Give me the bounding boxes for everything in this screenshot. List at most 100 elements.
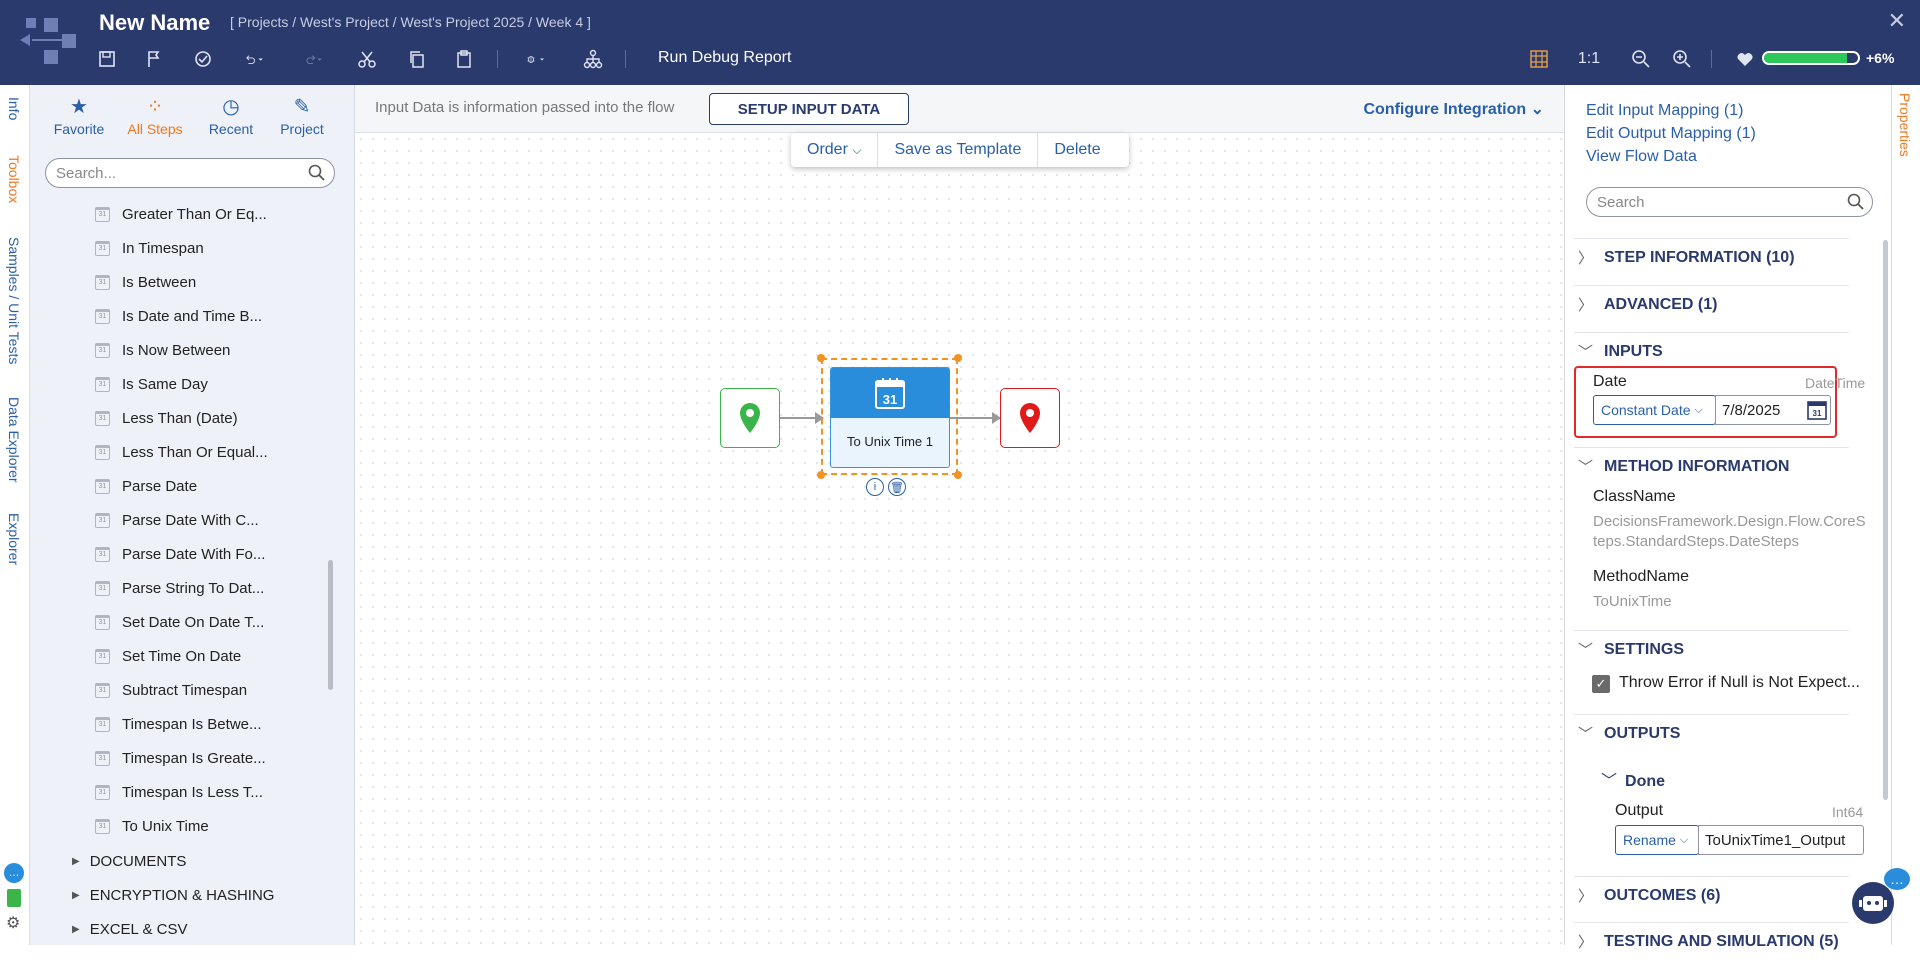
copy-icon[interactable]	[406, 48, 428, 70]
toolbox-step-item[interactable]: 31 Is Between	[95, 269, 196, 295]
search-icon[interactable]	[1847, 193, 1865, 211]
section-method-information[interactable]: ﹀ METHOD INFORMATION	[1574, 447, 1849, 485]
cut-icon[interactable]	[356, 48, 378, 70]
tab-explorer[interactable]: Explorer	[6, 513, 22, 565]
properties-search-input[interactable]	[1586, 187, 1873, 217]
toolbox-step-item[interactable]: 31 Is Date and Time B...	[95, 303, 262, 329]
paste-icon[interactable]	[453, 48, 475, 70]
search-icon[interactable]	[308, 164, 326, 182]
category-favorite[interactable]: ★ Favorite	[44, 97, 114, 137]
toolbox-step-item[interactable]: 31 In Timespan	[95, 235, 204, 261]
toolbox-step-item[interactable]: 31 Parse String To Dat...	[95, 575, 264, 601]
flow-title[interactable]: New Name	[99, 10, 210, 36]
section-outcomes[interactable]: 〉 OUTCOMES (6)	[1574, 876, 1849, 914]
info-icon[interactable]: i	[866, 478, 884, 496]
toolbox-step-item[interactable]: 31 Parse Date	[95, 473, 197, 499]
flow-canvas[interactable]	[355, 85, 1564, 945]
toolbox-step-item[interactable]: 31 Parse Date With Fo...	[95, 541, 265, 567]
grid-icon[interactable]	[1528, 48, 1550, 70]
close-icon[interactable]: ✕	[1888, 8, 1906, 34]
section-testing-simulation[interactable]: 〉 TESTING AND SIMULATION (5)	[1574, 922, 1849, 960]
toolbox-scrollbar[interactable]	[328, 560, 333, 690]
chat-bubble-icon[interactable]: …	[1884, 868, 1910, 890]
tab-samples-unit-tests[interactable]: Samples / Unit Tests	[6, 237, 22, 364]
document-icon[interactable]	[7, 889, 21, 907]
output-mode-select[interactable]: Rename ⌵	[1615, 825, 1699, 855]
delete-button[interactable]: Delete	[1038, 133, 1116, 167]
section-inputs[interactable]: ﹀ INPUTS	[1574, 332, 1849, 370]
validate-icon[interactable]	[192, 48, 214, 70]
zoom-out-icon[interactable]	[1630, 48, 1652, 70]
zoom-in-icon[interactable]	[1671, 48, 1693, 70]
gear-icon[interactable]: ⚙	[6, 913, 20, 933]
trash-icon[interactable]: 🗑	[888, 478, 906, 496]
save-as-template-button[interactable]: Save as Template	[878, 133, 1039, 167]
group-excel-csv[interactable]: ▶ EXCEL & CSV	[72, 916, 188, 942]
date-value: 7/8/2025	[1722, 401, 1781, 419]
group-encryption-hashing[interactable]: ▶ ENCRYPTION & HASHING	[72, 882, 274, 908]
toolbox-step-item[interactable]: 31 Set Date On Date T...	[95, 609, 264, 635]
flow-health-bar	[1762, 51, 1860, 65]
tab-info[interactable]: Info	[6, 97, 22, 120]
tab-properties[interactable]: Properties	[1897, 93, 1913, 157]
toolbox-step-item[interactable]: 31 Timespan Is Less T...	[95, 779, 263, 805]
toolbox-step-label: Set Time On Date	[122, 647, 242, 665]
toolbox-step-item[interactable]: 31 Less Than (Date)	[95, 405, 238, 431]
redo-icon[interactable]	[295, 48, 331, 70]
output-name-field[interactable]: ToUnixTime1_Output	[1698, 825, 1864, 855]
section-step-information[interactable]: 〉 STEP INFORMATION (10)	[1574, 238, 1849, 276]
zoom-reset-button[interactable]: 1:1	[1576, 48, 1602, 70]
toolbox-step-item[interactable]: 31 Set Time On Date	[95, 643, 241, 669]
toolbox-step-item[interactable]: 31 Subtract Timespan	[95, 677, 247, 703]
order-dropdown[interactable]: Order ⌵	[791, 133, 879, 167]
setup-input-data-button[interactable]: SETUP INPUT DATA	[709, 93, 909, 125]
toolbox-search-input[interactable]	[45, 158, 335, 188]
done-outcome[interactable]: ﹀ Done	[1601, 767, 1665, 791]
date-mode-select[interactable]: Constant Date ⌵	[1593, 395, 1716, 425]
resize-handle[interactable]	[817, 471, 825, 479]
chevron-right-icon: 〉	[1578, 250, 1594, 267]
section-advanced[interactable]: 〉 ADVANCED (1)	[1574, 285, 1849, 323]
toolbox-step-item[interactable]: 31 Is Now Between	[95, 337, 230, 363]
toolbox-step-item[interactable]: 31 Timespan Is Greate...	[95, 745, 266, 771]
toolbox-step-item[interactable]: 31 Parse Date With C...	[95, 507, 259, 533]
date-label: Date	[1593, 373, 1627, 390]
toolbox-step-item[interactable]: 31 Greater Than Or Eq...	[95, 201, 267, 227]
tab-data-explorer[interactable]: Data Explorer	[6, 397, 22, 483]
calendar-picker-icon[interactable]: 31	[1807, 399, 1827, 420]
undo-icon[interactable]	[236, 48, 272, 70]
chat-icon[interactable]: …	[4, 863, 24, 883]
configure-integration-dropdown[interactable]: Configure Integration ⌄	[1363, 99, 1544, 119]
assistant-bot-button[interactable]	[1852, 882, 1894, 924]
properties-scrollbar[interactable]	[1883, 240, 1888, 800]
resize-handle[interactable]	[954, 471, 962, 479]
app-logo-icon[interactable]	[18, 14, 80, 70]
toolbox-step-item[interactable]: 31 Less Than Or Equal...	[95, 439, 268, 465]
run-debug-report-button[interactable]: Run Debug Report	[658, 49, 791, 67]
view-flow-data-link[interactable]: View Flow Data	[1586, 148, 1697, 166]
tab-toolbox[interactable]: Toolbox	[6, 155, 22, 203]
edit-output-mapping-link[interactable]: Edit Output Mapping (1)	[1586, 125, 1756, 143]
calendar-icon: 31	[95, 546, 110, 562]
toolbox-step-item[interactable]: 31 Is Same Day	[95, 371, 208, 397]
toolbox-step-item[interactable]: 31 Timespan Is Betwe...	[95, 711, 262, 737]
debug-icon[interactable]	[516, 48, 556, 70]
hierarchy-icon[interactable]	[582, 48, 604, 70]
save-icon[interactable]	[96, 48, 118, 70]
resize-handle[interactable]	[817, 354, 825, 362]
edit-input-mapping-link[interactable]: Edit Input Mapping (1)	[1586, 102, 1743, 120]
group-documents[interactable]: ▶ DOCUMENTS	[72, 848, 186, 874]
calendar-icon: 31	[95, 512, 110, 528]
category-all-steps[interactable]: ⁘ All Steps	[120, 97, 190, 137]
section-outputs[interactable]: ﹀ OUTPUTS	[1574, 714, 1849, 752]
category-recent[interactable]: ◷ Recent	[196, 97, 266, 137]
resize-handle[interactable]	[954, 354, 962, 362]
section-settings[interactable]: ﹀ SETTINGS	[1574, 630, 1849, 668]
category-project[interactable]: ✎ Project	[267, 97, 337, 137]
end-node[interactable]	[1000, 388, 1060, 448]
toolbox-step-item[interactable]: 31 To Unix Time	[95, 813, 209, 839]
flag-icon[interactable]	[143, 48, 165, 70]
start-node[interactable]	[720, 388, 780, 448]
step-node-to-unix-time[interactable]: 31 To Unix Time 1	[830, 367, 950, 468]
throw-error-checkbox[interactable]: ✓	[1592, 675, 1610, 693]
